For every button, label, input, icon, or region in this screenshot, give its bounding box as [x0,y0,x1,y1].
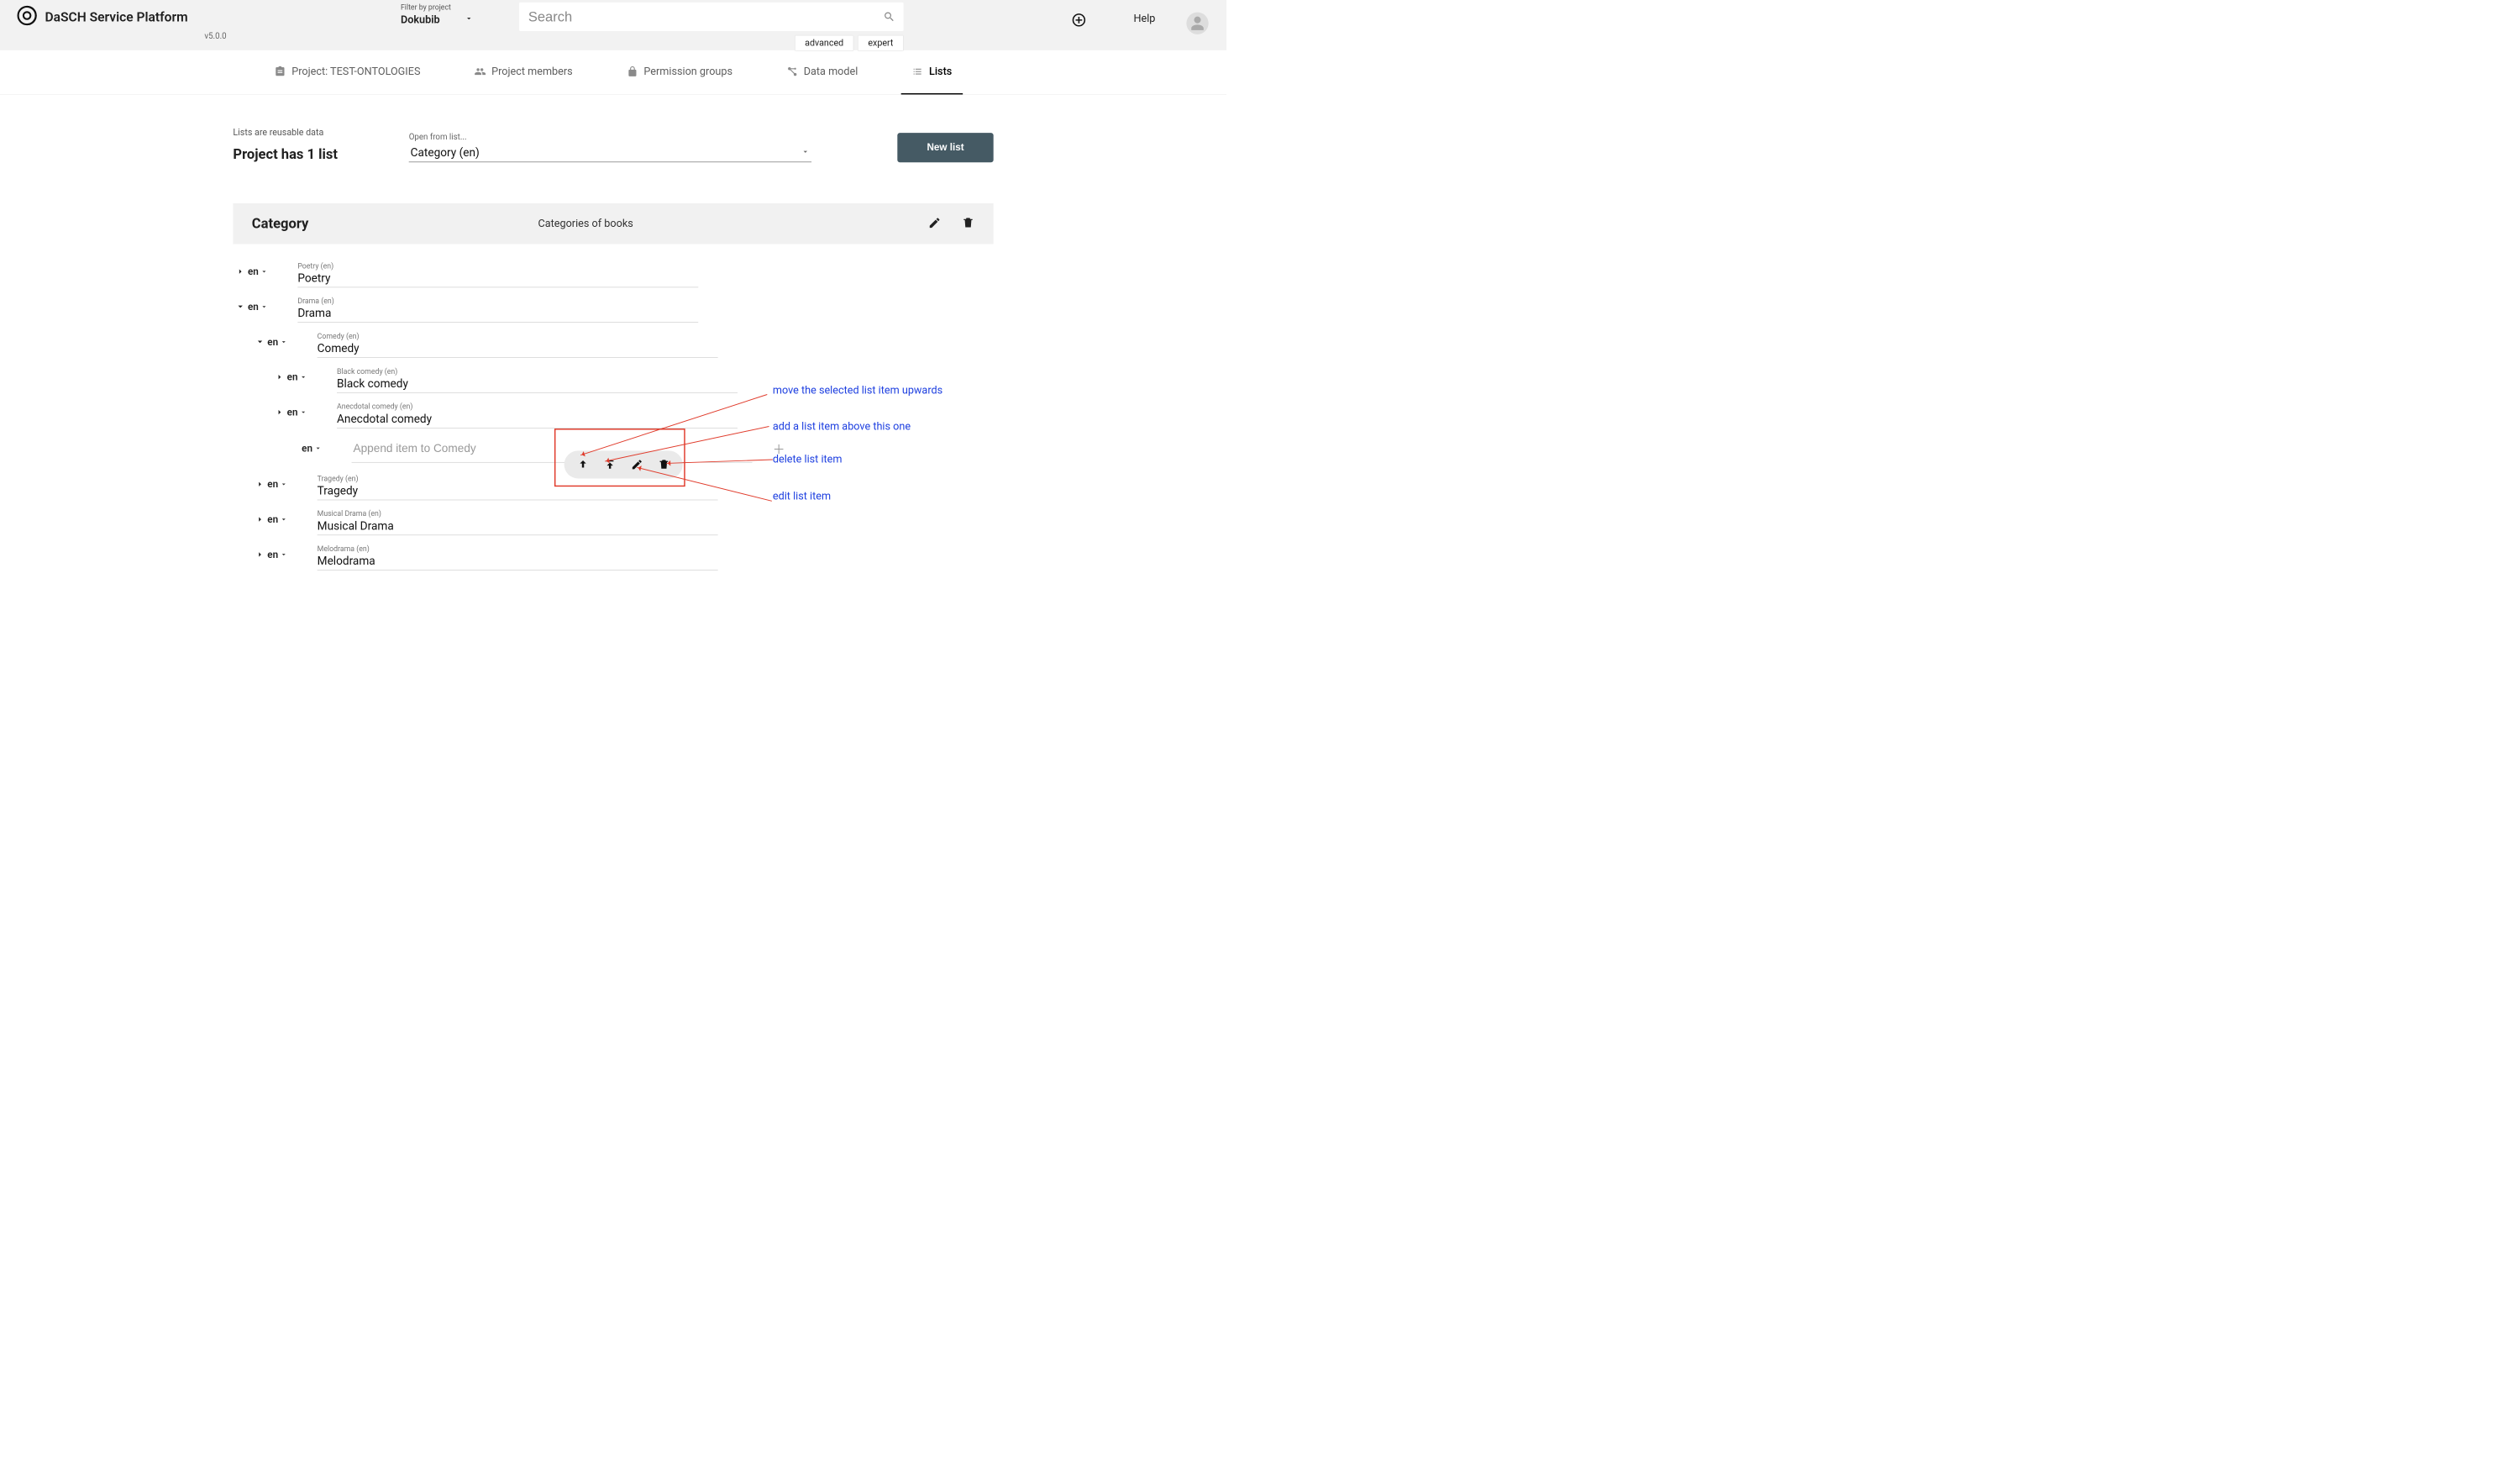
open-list-select[interactable]: Open from list... Category (en) [409,132,812,163]
new-list-button[interactable]: New list [897,133,993,162]
edit-icon[interactable] [629,456,645,472]
chevron-down-icon [465,13,474,26]
expand-icon[interactable] [272,405,287,420]
list-subtitle: Categories of books [538,218,927,230]
node-caption: Black comedy (en) [337,367,738,376]
node-caption: Melodrama (en) [318,544,718,553]
tree-node-melodrama: en Melodrama (en) Melodrama [233,537,993,572]
list-title: Category [252,215,538,231]
collapse-icon[interactable] [233,299,248,314]
tree-node-comedy: en Comedy (en) Comedy [233,324,993,360]
brand: DaSCH Service Platform [16,5,187,26]
annotation-label-edit: edit list item [773,490,831,502]
tab-permissions[interactable]: Permission groups [616,50,743,94]
add-above-icon[interactable] [601,456,617,472]
tree-node-poetry: en Poetry (en) Poetry [233,254,993,289]
add-button[interactable] [1071,13,1086,29]
annotation-label-delete: delete list item [773,453,843,465]
list-panel-header: Category Categories of books [233,203,993,245]
node-caption: Anecdotal comedy (en) [337,402,738,411]
lang-select[interactable]: en [287,407,319,418]
node-value[interactable]: Musical Drama [318,518,718,534]
lists-header-row: Lists are reusable data Project has 1 li… [233,128,993,162]
chevron-down-icon [801,145,811,159]
tab-datamodel[interactable]: Data model [776,50,869,94]
node-value[interactable]: Anecdotal comedy [337,411,738,428]
help-link[interactable]: Help [1133,13,1155,25]
search-mode-expert[interactable]: expert [858,35,903,51]
node-value[interactable]: Comedy [318,340,718,357]
node-value[interactable]: Drama [297,305,698,322]
annotation-label-add-above: add a list item above this one [773,420,911,433]
tree-node-musical-drama: en Musical Drama (en) Musical Drama [233,502,993,537]
expand-icon[interactable] [272,370,287,385]
node-caption: Drama (en) [297,297,698,305]
move-up-icon[interactable] [575,456,591,472]
tab-members[interactable]: Project members [464,50,583,94]
brand-title: DaSCH Service Platform [45,9,188,24]
tree-node-drama: en Drama (en) Drama [233,289,993,324]
expand-icon[interactable] [253,512,268,527]
node-value[interactable]: Black comedy [337,376,738,392]
logo-icon [16,5,37,26]
lang-select[interactable]: en [287,371,319,383]
lang-select[interactable]: en [267,478,299,490]
node-caption: Comedy (en) [318,332,718,340]
lang-select[interactable]: en [267,336,299,348]
node-value[interactable]: Tragedy [318,483,718,500]
node-caption: Musical Drama (en) [318,509,718,518]
open-list-value: Category (en) [411,145,480,159]
project-filter[interactable]: Filter by project Dokubib [401,3,507,26]
lang-select[interactable]: en [248,266,280,277]
tab-project[interactable]: Project: TEST-ONTOLOGIES [264,50,431,94]
content: Lists are reusable data Project has 1 li… [233,95,993,572]
collapse-icon[interactable] [253,334,268,350]
expand-icon[interactable] [233,264,248,279]
delete-icon[interactable] [656,456,672,472]
open-list-label: Open from list... [409,132,812,142]
project-filter-label: Filter by project [401,3,507,12]
node-value[interactable]: Melodrama [318,553,718,570]
lists-title: Project has 1 list [233,146,371,162]
delete-list-icon[interactable] [962,216,975,231]
project-tabs: Project: TEST-ONTOLOGIES Project members… [0,50,1226,95]
lang-select[interactable]: en [267,513,299,525]
lang-select[interactable]: en [267,549,299,560]
project-filter-value: Dokubib [401,13,440,26]
expand-icon[interactable] [253,547,268,562]
avatar[interactable] [1186,13,1208,34]
search-mode-advanced[interactable]: advanced [795,35,853,51]
list-tree: en Poetry (en) Poetry en Drama (en) Dram… [233,254,993,572]
tab-lists[interactable]: Lists [901,50,963,94]
version-label: v5.0.0 [204,31,226,41]
append-item-input[interactable] [352,434,753,463]
node-value[interactable]: Poetry [297,270,698,287]
lists-note: Lists are reusable data [233,128,371,138]
lang-select[interactable]: en [248,301,280,313]
search-input[interactable] [519,3,903,31]
expand-icon[interactable] [253,476,268,492]
annotation-label-move-up: move the selected list item upwards [773,384,942,397]
edit-list-icon[interactable] [928,216,942,231]
topbar: DaSCH Service Platform v5.0.0 Filter by … [0,0,1226,50]
lang-select[interactable]: en [302,443,333,455]
node-actions-pill [564,450,683,478]
node-caption: Poetry (en) [297,261,698,270]
search-icon[interactable] [883,11,895,25]
search-box: advanced expert [519,3,903,31]
